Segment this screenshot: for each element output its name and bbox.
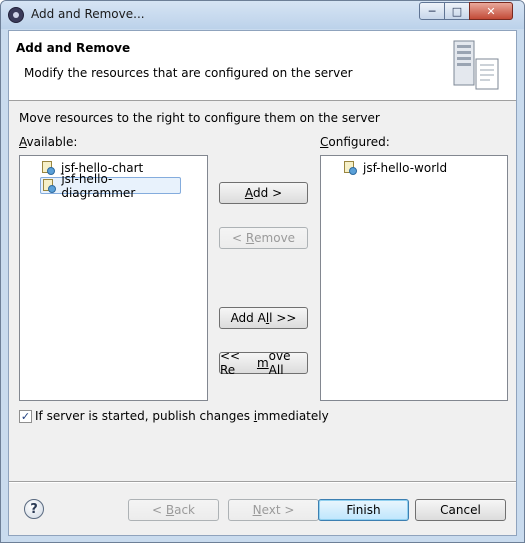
web-project-icon bbox=[344, 160, 357, 175]
close-button[interactable]: ✕ bbox=[469, 2, 513, 20]
cancel-button[interactable]: Cancel bbox=[415, 499, 506, 521]
list-item-label: jsf-hello-world bbox=[363, 160, 448, 175]
web-project-icon bbox=[43, 178, 56, 193]
remove-button[interactable]: < Remove bbox=[219, 227, 308, 249]
available-label: Available: bbox=[19, 135, 78, 149]
header-title: Add and Remove bbox=[16, 41, 131, 55]
list-item-selected[interactable]: jsf-hello-diagrammer bbox=[40, 172, 181, 200]
web-project-icon bbox=[42, 160, 55, 175]
checkmark-icon: ✓ bbox=[20, 410, 31, 423]
help-icon: ? bbox=[30, 501, 38, 517]
configured-label: Configured: bbox=[320, 135, 390, 149]
eclipse-app-icon bbox=[8, 7, 24, 23]
finish-button[interactable]: Finish bbox=[318, 499, 409, 521]
server-wizard-icon bbox=[453, 40, 499, 90]
available-list[interactable]: jsf-hello-chart jsf-hello-diagrammer bbox=[19, 155, 208, 401]
header-description: Modify the resources that are configured… bbox=[24, 66, 353, 80]
instruction-text: Move resources to the right to configure… bbox=[19, 111, 380, 125]
add-all-button[interactable]: Add All >> bbox=[219, 307, 308, 329]
add-button[interactable]: Add > bbox=[219, 182, 308, 204]
publish-checkbox[interactable]: ✓ bbox=[19, 410, 32, 423]
wizard-header: Add and Remove Modify the resources that… bbox=[9, 31, 516, 101]
minimize-icon: ─ bbox=[428, 4, 436, 18]
list-item[interactable]: jsf-hello-world bbox=[344, 159, 447, 176]
help-button[interactable]: ? bbox=[24, 499, 44, 519]
publish-checkbox-label[interactable]: If server is started, publish changes im… bbox=[35, 409, 329, 423]
list-item-label: jsf-hello-diagrammer bbox=[61, 171, 136, 200]
dialog-window: Add and Remove... ─ □ ✕ Add and Remove M… bbox=[0, 0, 525, 543]
title-bar[interactable]: Add and Remove... ─ □ ✕ bbox=[1, 1, 524, 29]
maximize-icon: □ bbox=[451, 4, 463, 18]
next-button[interactable]: Next > bbox=[228, 499, 319, 521]
close-icon: ✕ bbox=[486, 4, 496, 18]
footer-separator bbox=[9, 481, 516, 483]
window-title: Add and Remove... bbox=[31, 7, 145, 21]
maximize-button[interactable]: □ bbox=[444, 2, 470, 20]
dialog-client-area: Add and Remove Modify the resources that… bbox=[8, 30, 517, 536]
remove-all-button[interactable]: << Re m ove All bbox=[219, 349, 308, 377]
back-button[interactable]: < Back bbox=[128, 499, 219, 521]
minimize-button[interactable]: ─ bbox=[419, 2, 445, 20]
configured-list[interactable]: jsf-hello-world bbox=[320, 155, 508, 401]
